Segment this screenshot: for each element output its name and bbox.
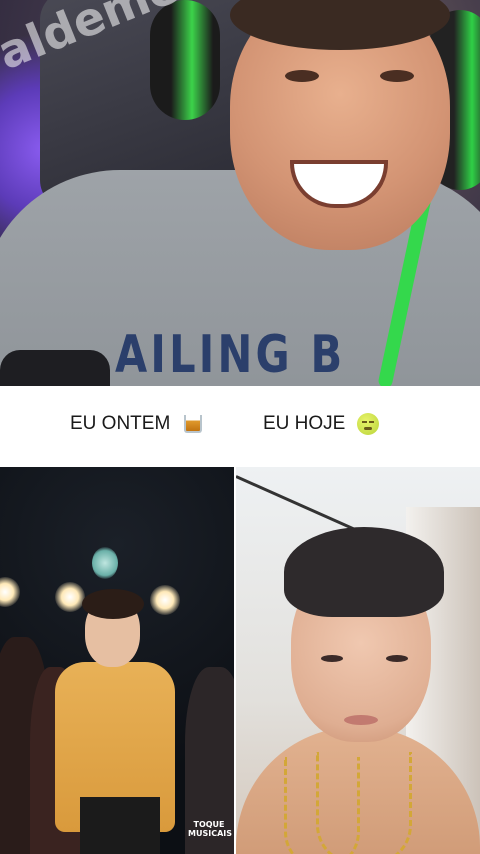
hair	[284, 527, 444, 617]
stage-light	[55, 582, 85, 612]
bottom-left-video-frame: TOQUE MUSICAIS	[0, 467, 234, 854]
logo-line-2: MUSICAIS	[188, 829, 232, 838]
shirt-print: AILING B	[115, 325, 346, 385]
top-video-frame: AILING B aldememes	[0, 0, 480, 386]
lips	[344, 715, 378, 725]
left-eye	[321, 655, 343, 662]
stage-light	[0, 577, 20, 607]
gold-chain	[316, 752, 412, 854]
channel-logo: TOQUE MUSICAIS	[188, 820, 232, 838]
nauseated-face-icon	[356, 413, 379, 435]
microphone	[0, 350, 110, 386]
caption-left-text: EU ONTEM	[70, 413, 171, 435]
caption-row: EU ONTEM EU HOJE	[0, 386, 480, 467]
dancer-pants	[80, 797, 160, 854]
caption-right-text: EU HOJE	[263, 413, 346, 435]
stage-light	[92, 547, 118, 579]
stage-light	[150, 585, 180, 615]
right-eye	[380, 70, 414, 82]
logo-line-1: TOQUE	[193, 820, 225, 829]
bottom-right-video-frame	[236, 467, 480, 854]
caption-left: EU ONTEM	[70, 413, 204, 435]
tumbler-glass-icon	[182, 413, 204, 435]
dancer-hair	[82, 589, 144, 619]
right-eye	[386, 655, 408, 662]
left-eye	[285, 70, 319, 82]
caption-right: EU HOJE	[263, 413, 379, 435]
